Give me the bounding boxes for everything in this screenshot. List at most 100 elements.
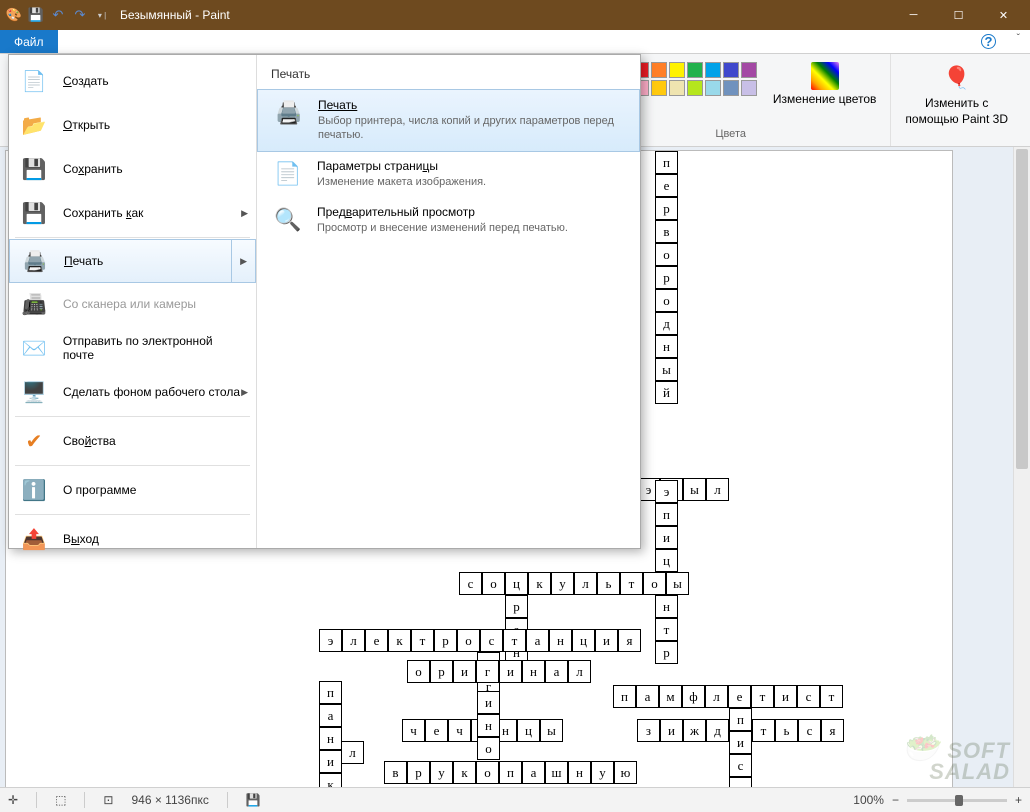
- color-swatch[interactable]: [669, 80, 685, 96]
- color-swatch[interactable]: [705, 62, 721, 78]
- edit-colors-button[interactable]: Изменение цветов: [767, 58, 883, 110]
- paint3d-button[interactable]: 🎈 Изменить с помощью Paint 3D: [899, 58, 1014, 130]
- menu-about[interactable]: ℹ️О программе: [9, 468, 256, 512]
- zoom-slider[interactable]: [907, 799, 1007, 802]
- menu-print[interactable]: 🖨️Печать▶: [9, 239, 256, 283]
- submenu-page-title: Параметры страницы: [317, 159, 486, 173]
- crossword-cell: п: [655, 503, 678, 526]
- color-swatch[interactable]: [687, 62, 703, 78]
- crossword-cell: г: [476, 660, 499, 683]
- arrow-icon: ▶: [231, 240, 247, 282]
- menu-create[interactable]: 📄Создать: [9, 59, 256, 103]
- canvas-dimensions: 946 × 1136пкс: [131, 793, 208, 807]
- qat-dropdown-icon[interactable]: ▾ |: [92, 5, 112, 25]
- crossword-cell: у: [551, 572, 574, 595]
- color-swatch[interactable]: [651, 80, 667, 96]
- menu-open[interactable]: 📂Открыть: [9, 103, 256, 147]
- status-bar: ✛ ⬚ ⊡ 946 × 1136пкс 💾 100% − +: [0, 787, 1030, 812]
- menu-properties[interactable]: ✔Свойства: [9, 419, 256, 463]
- separator: [15, 514, 250, 515]
- crossword-cell: л: [574, 572, 597, 595]
- crossword-cell: я: [821, 719, 844, 742]
- crossword-cell: п: [729, 708, 752, 731]
- crossword-cell: э: [319, 629, 342, 652]
- crossword-cell: к: [528, 572, 551, 595]
- crossword-cell: в: [384, 761, 407, 784]
- crossword-cell: о: [407, 660, 430, 683]
- scrollbar-thumb[interactable]: [1016, 149, 1028, 469]
- help-icon[interactable]: ?: [981, 34, 996, 49]
- separator: [15, 465, 250, 466]
- quick-access-toolbar: 🎨 💾 ↶ ↷ ▾ |: [4, 5, 112, 25]
- paint3d-group: 🎈 Изменить с помощью Paint 3D: [891, 54, 1022, 146]
- zoom-in-button[interactable]: +: [1015, 793, 1022, 807]
- color-swatch[interactable]: [741, 62, 757, 78]
- page-setup-icon: 📄: [271, 159, 305, 189]
- crossword-cell: ф: [682, 685, 705, 708]
- crossword-cell: и: [477, 691, 500, 714]
- vertical-scrollbar[interactable]: [1013, 147, 1030, 787]
- crossword-cell: и: [774, 685, 797, 708]
- submenu-page-setup[interactable]: 📄 Параметры страницыИзменение макета изо…: [257, 151, 640, 197]
- crossword-cell: й: [655, 381, 678, 404]
- check-icon: ✔: [19, 427, 49, 455]
- email-icon: ✉️: [19, 334, 49, 362]
- crossword-cell: ч: [402, 719, 425, 742]
- color-swatch[interactable]: [687, 80, 703, 96]
- filesize-icon: 💾: [246, 793, 261, 807]
- crossword-cell: е: [655, 174, 678, 197]
- dims-icon: ⊡: [103, 793, 113, 807]
- ribbon-collapse-icon[interactable]: ˇ: [1017, 33, 1020, 44]
- color-swatch[interactable]: [669, 62, 685, 78]
- printer-icon: 🖨️: [272, 98, 306, 128]
- menu-saveas[interactable]: 💾Сохранить как▶: [9, 191, 256, 235]
- menu-email[interactable]: ✉️Отправить по электронной почте: [9, 326, 256, 370]
- minimize-button[interactable]: ─: [891, 0, 936, 30]
- crossword-cell: з: [637, 719, 660, 742]
- window-controls: ─ ☐ ✕: [891, 0, 1026, 30]
- crossword-cell: т: [655, 618, 678, 641]
- submenu-preview-desc: Просмотр и внесение изменений перед печа…: [317, 221, 568, 235]
- save-icon[interactable]: 💾: [26, 5, 46, 25]
- color-swatch[interactable]: [723, 62, 739, 78]
- printer-icon: 🖨️: [20, 247, 50, 275]
- crossword-cell: т: [729, 777, 752, 787]
- crossword-cell: ц: [572, 629, 595, 652]
- color-swatch[interactable]: [705, 80, 721, 96]
- menu-exit[interactable]: 📤Выход: [9, 517, 256, 561]
- close-button[interactable]: ✕: [981, 0, 1026, 30]
- crossword-cell: а: [636, 685, 659, 708]
- crossword-cell: ы: [666, 572, 689, 595]
- exit-icon: 📤: [19, 525, 49, 553]
- crossword-cell: к: [388, 629, 411, 652]
- crossword-cell: д: [706, 719, 729, 742]
- menu-desktop[interactable]: 🖥️Сделать фоном рабочего стола▶: [9, 370, 256, 414]
- window-title: Безымянный - Paint: [120, 8, 230, 22]
- crossword-cell: д: [655, 312, 678, 335]
- crossword-cell: л: [568, 660, 591, 683]
- crossword-cell: а: [522, 761, 545, 784]
- crossword-cell: п: [319, 681, 342, 704]
- color-swatch[interactable]: [741, 80, 757, 96]
- maximize-button[interactable]: ☐: [936, 0, 981, 30]
- crossword-cell: с: [480, 629, 503, 652]
- submenu-preview[interactable]: 🔍 Предварительный просмотрПросмотр и вне…: [257, 197, 640, 243]
- colors-group-label: Цвета: [715, 128, 746, 142]
- crossword-cell: а: [526, 629, 549, 652]
- menu-save[interactable]: 💾Сохранить: [9, 147, 256, 191]
- magnifier-icon: 🔍: [271, 205, 305, 235]
- crossword-cell: п: [655, 151, 678, 174]
- arrow-icon: ▶: [241, 387, 248, 398]
- redo-icon[interactable]: ↷: [70, 5, 90, 25]
- zoom-out-button[interactable]: −: [892, 793, 899, 807]
- file-menu-left: 📄Создать 📂Открыть 💾Сохранить 💾Сохранить …: [9, 55, 257, 548]
- crossword-cell: ь: [775, 719, 798, 742]
- undo-icon[interactable]: ↶: [48, 5, 68, 25]
- file-tab[interactable]: Файл: [0, 30, 58, 53]
- color-swatch[interactable]: [723, 80, 739, 96]
- crossword-cell: п: [499, 761, 522, 784]
- title-bar: 🎨 💾 ↶ ↷ ▾ | Безымянный - Paint ─ ☐ ✕: [0, 0, 1030, 30]
- crossword-cell: а: [545, 660, 568, 683]
- submenu-print[interactable]: 🖨️ ПечатьВыбор принтера, числа копий и д…: [257, 89, 640, 152]
- color-swatch[interactable]: [651, 62, 667, 78]
